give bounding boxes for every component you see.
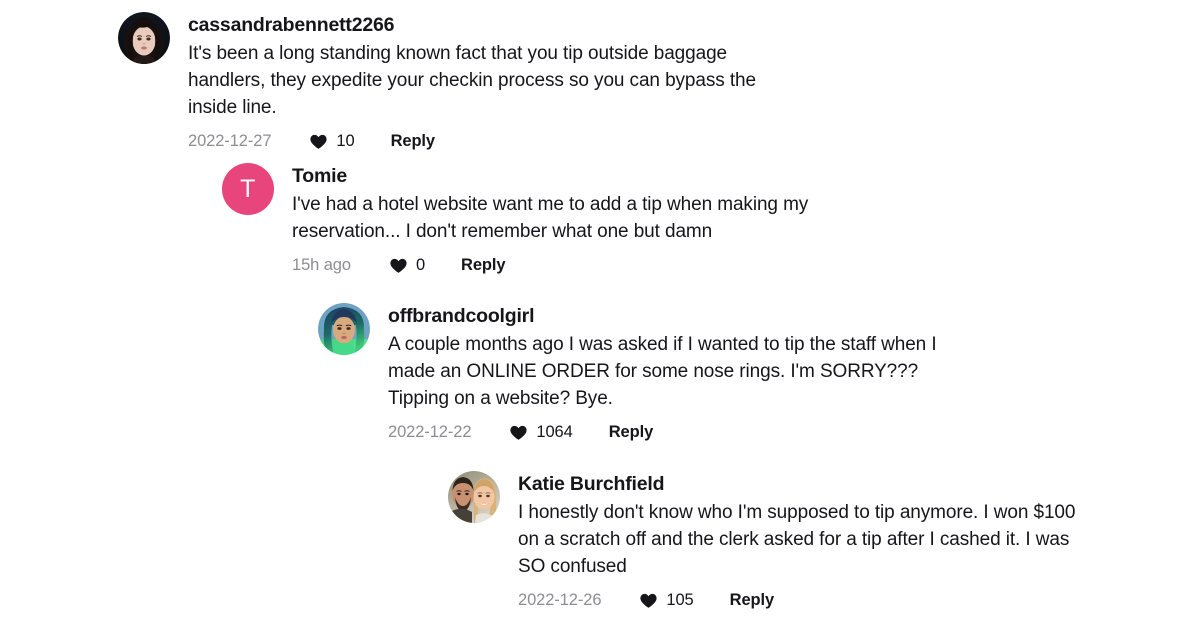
- comment-item: T Tomie I've had a hotel website want me…: [222, 163, 1178, 277]
- comment-text: I've had a hotel website want me to add …: [292, 193, 809, 242]
- like-group[interactable]: 1064: [509, 423, 573, 442]
- heart-icon[interactable]: [509, 423, 528, 442]
- avatar-image: [318, 303, 370, 355]
- like-count: 10: [336, 132, 355, 151]
- comment-item: Katie Burchfield I honestly don't know w…: [448, 471, 1178, 612]
- comment-username[interactable]: Tomie: [292, 164, 1178, 189]
- comment-item: cassandrabennett2266 It's been a long st…: [118, 12, 1178, 153]
- comment-timestamp: 15h ago: [292, 256, 351, 275]
- comment-text: A couple months ago I was asked if I wan…: [388, 333, 937, 409]
- avatar-image: [448, 471, 500, 523]
- comment-item: offbrandcoolgirl A couple months ago I w…: [318, 303, 1178, 444]
- heart-icon[interactable]: [639, 591, 658, 610]
- avatar-letter: T: [240, 174, 256, 203]
- comment-username[interactable]: Katie Burchfield: [518, 472, 1178, 497]
- avatar-photo-cassandrabennett2266: [118, 12, 170, 64]
- comment-username[interactable]: cassandrabennett2266: [188, 13, 1178, 38]
- comment-body: Tomie I've had a hotel website want me t…: [292, 163, 1178, 277]
- comment-meta: 15h ago 0 Reply: [292, 255, 1178, 277]
- comment-text: It's been a long standing known fact tha…: [188, 42, 756, 118]
- like-group[interactable]: 10: [309, 132, 355, 151]
- avatar-photo-offbrandcoolgirl: [318, 303, 370, 355]
- comment-meta: 2022-12-26 105 Reply: [518, 590, 1178, 612]
- comment-thread: cassandrabennett2266 It's been a long st…: [0, 0, 1200, 628]
- reply-button[interactable]: Reply: [461, 256, 506, 275]
- heart-icon[interactable]: [389, 256, 408, 275]
- comment-body: offbrandcoolgirl A couple months ago I w…: [388, 303, 1178, 444]
- avatar-tomie[interactable]: T: [222, 163, 274, 215]
- reply-button[interactable]: Reply: [391, 132, 436, 151]
- comment-timestamp: 2022-12-27: [188, 132, 272, 151]
- reply-button[interactable]: Reply: [609, 423, 654, 442]
- avatar-image: [118, 12, 170, 64]
- like-group[interactable]: 105: [639, 591, 694, 610]
- comment-username[interactable]: offbrandcoolgirl: [388, 304, 1178, 329]
- avatar-letter-circle: T: [222, 163, 274, 215]
- avatar-photo-katie-burchfield: [448, 471, 500, 523]
- avatar-katie-burchfield[interactable]: [448, 471, 500, 523]
- comment-timestamp: 2022-12-22: [388, 423, 472, 442]
- like-count: 1064: [536, 423, 573, 442]
- comment-meta: 2022-12-22 1064 Reply: [388, 422, 1178, 444]
- avatar-offbrandcoolgirl[interactable]: [318, 303, 370, 355]
- comment-timestamp: 2022-12-26: [518, 591, 602, 610]
- comment-meta: 2022-12-27 10 Reply: [188, 131, 1178, 153]
- comment-body: Katie Burchfield I honestly don't know w…: [518, 471, 1178, 612]
- comment-body: cassandrabennett2266 It's been a long st…: [188, 12, 1178, 153]
- heart-icon[interactable]: [309, 132, 328, 151]
- reply-button[interactable]: Reply: [730, 591, 775, 610]
- like-group[interactable]: 0: [389, 256, 425, 275]
- like-count: 0: [415, 256, 426, 275]
- comment-text: I honestly don't know who I'm supposed t…: [518, 501, 1076, 577]
- like-count: 105: [666, 591, 694, 610]
- avatar-cassandrabennett2266[interactable]: [118, 12, 170, 64]
